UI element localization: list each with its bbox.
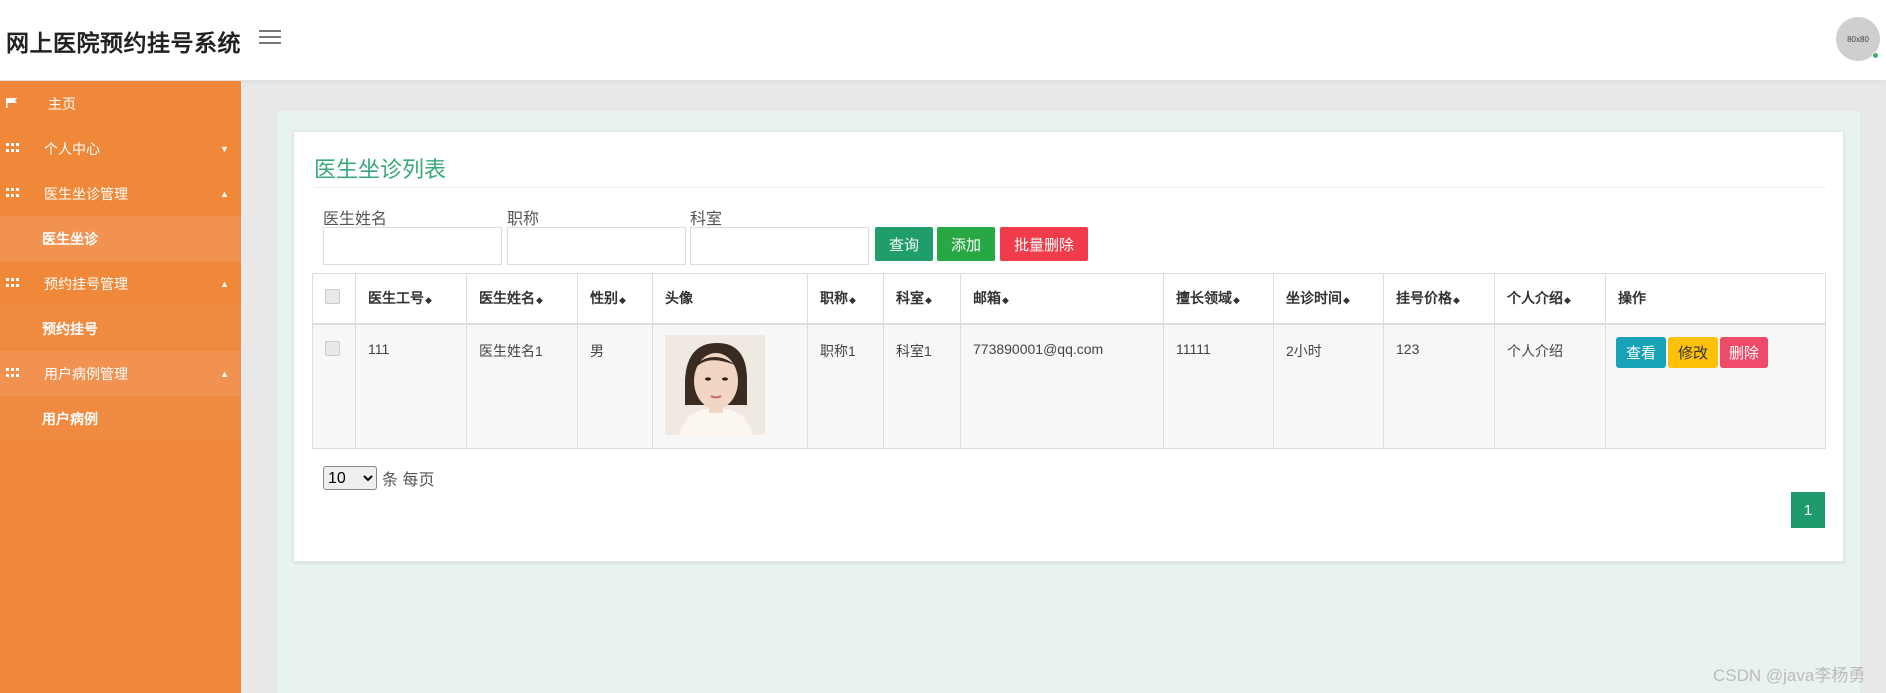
sidebar-item-label: 个人中心 [44, 140, 100, 157]
avatar-placeholder-text: 80x80 [1847, 34, 1869, 44]
sort-icon: ◆ [925, 295, 932, 306]
batch-delete-button[interactable]: 批量删除 [1000, 227, 1088, 261]
sort-icon: ◆ [1453, 295, 1460, 306]
app-title: 网上医院预约挂号系统 [6, 30, 241, 56]
sort-icon: ◆ [1233, 295, 1240, 306]
department-input[interactable] [690, 227, 869, 265]
sidebar-item-label: 预约挂号管理 [44, 275, 128, 292]
per-page-label: 条 每页 [382, 472, 435, 489]
grid-icon [6, 188, 19, 198]
doctor-consult-table: 医生工号◆ 医生姓名◆ 性别◆ 头像 职称◆ 科室◆ 邮箱◆ 擅长领域◆ 坐诊时… [312, 273, 1826, 449]
add-button[interactable]: 添加 [937, 227, 995, 261]
sidebar-item-label: 主页 [48, 95, 76, 112]
column-header[interactable]: 职称◆ [807, 273, 884, 325]
column-header[interactable]: 坐诊时间◆ [1273, 273, 1384, 325]
watermark: CSDN @java李杨勇 [1713, 666, 1866, 685]
row-checkbox[interactable] [325, 340, 340, 356]
caret-down-icon: ▼ [220, 143, 229, 154]
cell-price: 123 [1383, 323, 1495, 449]
column-header[interactable]: 科室◆ [883, 273, 961, 325]
online-status-icon [1872, 52, 1879, 59]
column-header: 操作 [1605, 273, 1826, 325]
cell-consult-time: 2小时 [1273, 323, 1384, 449]
user-avatar[interactable]: 80x80 [1836, 17, 1880, 61]
column-header[interactable]: 医生工号◆ [355, 273, 467, 325]
delete-button[interactable]: 删除 [1720, 336, 1768, 368]
query-button[interactable]: 查询 [875, 227, 933, 261]
table-header-row: 医生工号◆ 医生姓名◆ 性别◆ 头像 职称◆ 科室◆ 邮箱◆ 擅长领域◆ 坐诊时… [312, 273, 1826, 325]
sidebar: 主页 个人中心 ▼ 医生坐诊管理 ▲ 医生坐诊 预约挂号管理 ▲ 预约挂号 用户… [0, 81, 241, 693]
hamburger-menu-icon[interactable] [259, 30, 281, 48]
caret-up-icon: ▲ [220, 188, 229, 199]
grid-icon [6, 368, 19, 378]
department-label: 科室 [690, 211, 723, 228]
doctor-name-input[interactable] [323, 227, 502, 265]
view-button[interactable]: 查看 [1616, 336, 1666, 368]
select-all-checkbox[interactable] [325, 289, 340, 305]
cell-gender: 男 [577, 323, 653, 449]
cell-doctor-id: 111 [355, 323, 467, 449]
top-header: 网上医院预约挂号系统 80x80 [0, 0, 1886, 81]
flag-icon [6, 98, 17, 108]
edit-button[interactable]: 修改 [1668, 336, 1718, 368]
cell-department: 科室1 [883, 323, 961, 449]
caret-up-icon: ▲ [220, 368, 229, 379]
title-divider [314, 187, 1826, 188]
sidebar-item-case-mgmt[interactable]: 用户病例管理 ▲ [0, 351, 241, 396]
column-header[interactable]: 挂号价格◆ [1383, 273, 1495, 325]
column-header[interactable]: 擅长领域◆ [1163, 273, 1274, 325]
column-header[interactable]: 性别◆ [577, 273, 653, 325]
row-actions: 查看 修改 删除 [1616, 336, 1815, 368]
cell-email: 773890001@qq.com [960, 323, 1164, 449]
table-row: 111 医生姓名1 男 职称1 科室1 773890001@qq.com 111… [312, 323, 1826, 449]
caret-up-icon: ▲ [220, 278, 229, 289]
doctor-name-label: 医生姓名 [323, 211, 388, 228]
sidebar-subitem-user-cases[interactable]: 用户病例 [0, 396, 241, 441]
sidebar-item-personal-center[interactable]: 个人中心 ▼ [0, 126, 241, 171]
page-size-control: 10 条 每页 [323, 466, 434, 490]
page-title: 医生坐诊列表 [314, 157, 447, 182]
sidebar-item-doctor-consult-mgmt[interactable]: 医生坐诊管理 ▲ [0, 171, 241, 216]
cell-title: 职称1 [807, 323, 884, 449]
portrait-icon [665, 334, 765, 435]
sort-icon: ◆ [1564, 295, 1571, 306]
sort-icon: ◆ [425, 295, 432, 306]
title-label: 职称 [507, 211, 540, 228]
sort-icon: ◆ [536, 295, 543, 306]
cell-intro: 个人介绍 [1494, 323, 1606, 449]
doctor-avatar-image [665, 334, 765, 435]
column-header[interactable]: 医生姓名◆ [466, 273, 578, 325]
grid-icon [6, 278, 19, 288]
sort-icon: ◆ [1002, 295, 1009, 306]
doctor-consult-panel: 医生坐诊列表 医生姓名 职称 科室 查询 添加 批量删除 医生工号◆ 医生姓名◆… [293, 131, 1844, 562]
sidebar-subitem-doctor-consult[interactable]: 医生坐诊 [0, 216, 241, 261]
sidebar-item-appointment-mgmt[interactable]: 预约挂号管理 ▲ [0, 261, 241, 306]
sidebar-item-label: 用户病例管理 [44, 365, 128, 382]
sidebar-item-home[interactable]: 主页 [0, 81, 241, 126]
sort-icon: ◆ [1343, 295, 1350, 306]
column-header[interactable]: 邮箱◆ [960, 273, 1164, 325]
sidebar-subitem-appointment[interactable]: 预约挂号 [0, 306, 241, 351]
pagination-page-1[interactable]: 1 [1791, 492, 1825, 528]
column-header: 头像 [652, 273, 808, 325]
sort-icon: ◆ [849, 295, 856, 306]
title-input[interactable] [507, 227, 686, 265]
cell-specialty: 11111 [1163, 323, 1274, 449]
grid-icon [6, 143, 19, 153]
sidebar-item-label: 医生坐诊管理 [44, 185, 128, 202]
page-size-select[interactable]: 10 [323, 466, 377, 490]
column-header[interactable]: 个人介绍◆ [1494, 273, 1606, 325]
cell-doctor-name: 医生姓名1 [466, 323, 578, 449]
sort-icon: ◆ [619, 295, 626, 306]
